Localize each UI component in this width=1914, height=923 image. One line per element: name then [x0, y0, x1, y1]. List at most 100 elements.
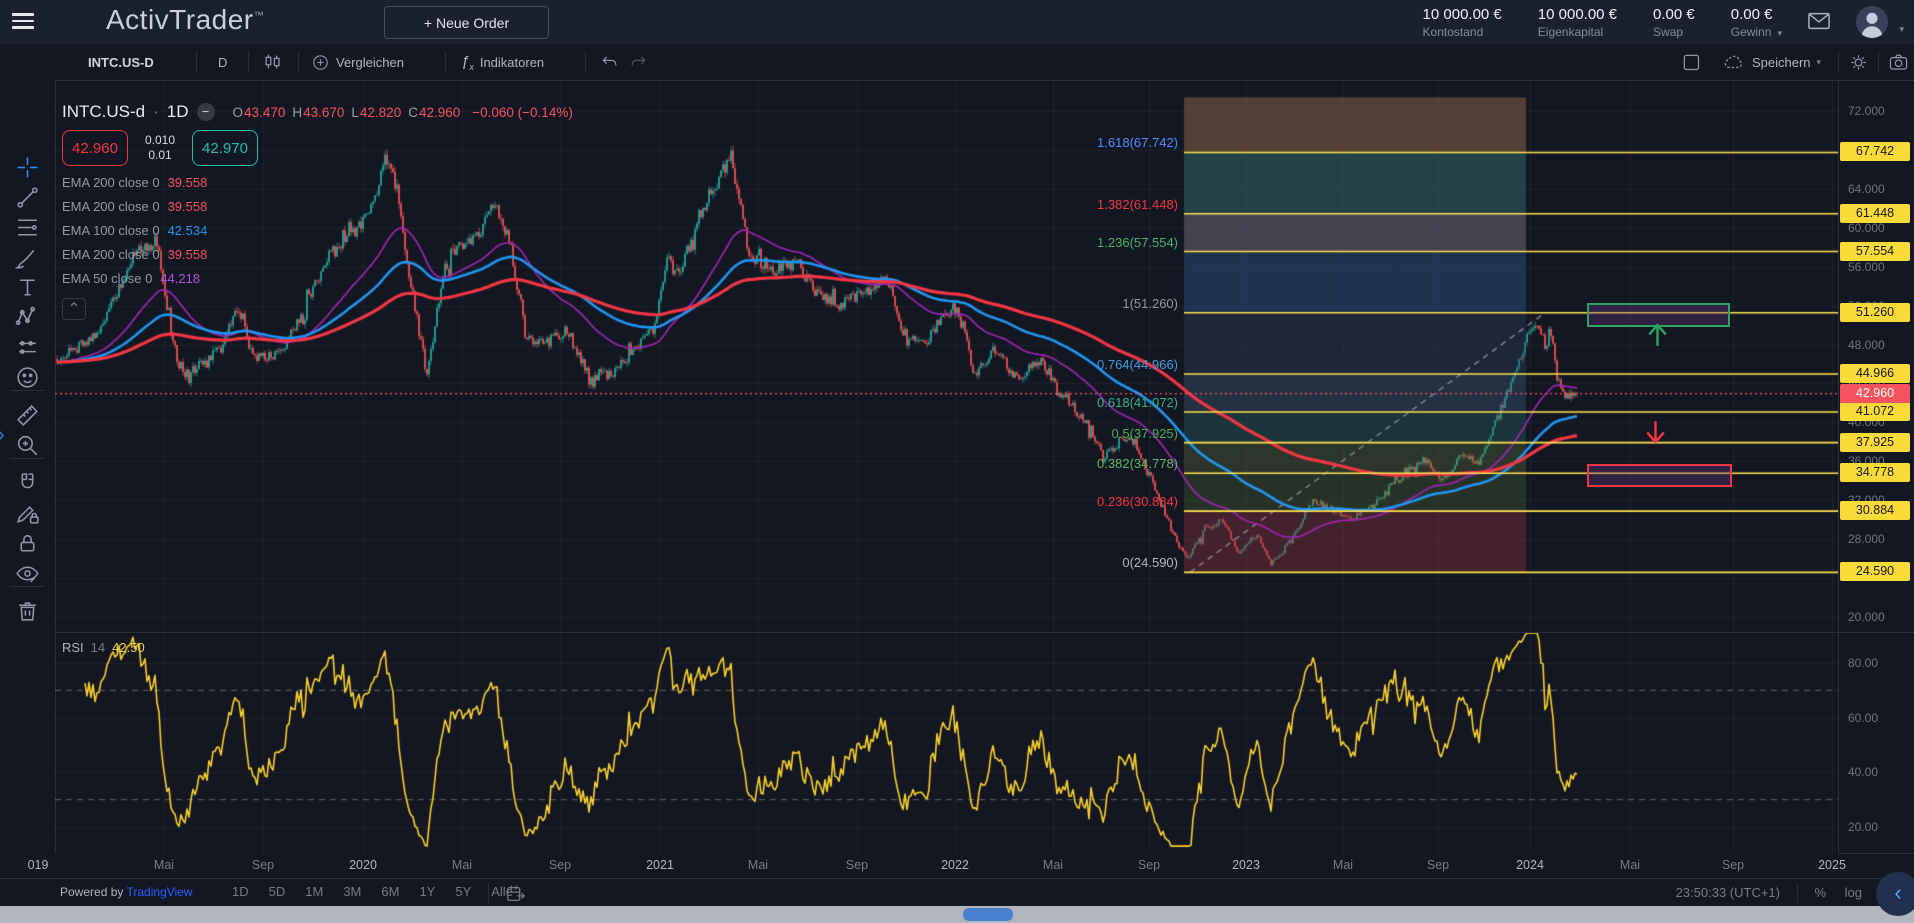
- xabcd-pattern-icon[interactable]: [14, 304, 42, 332]
- account-metric-gewinn[interactable]: 0.00 €Gewinn▾: [1731, 6, 1782, 39]
- magnet-icon[interactable]: [14, 470, 42, 498]
- time-axis[interactable]: 019MaiSep2020MaiSep2021MaiSep2022MaiSep2…: [0, 853, 1838, 878]
- spread-value: 0.010 0.01: [136, 133, 184, 163]
- legend-collapse-button[interactable]: ⌃: [62, 298, 86, 320]
- layout-button[interactable]: [1681, 44, 1701, 80]
- range-button-1y[interactable]: 1Y: [419, 884, 435, 899]
- percent-scale-button[interactable]: %: [1814, 885, 1826, 900]
- legend-symbol[interactable]: INTC.US-d: [62, 102, 145, 122]
- new-order-button[interactable]: + Neue Order: [384, 6, 549, 39]
- zoom-in-icon[interactable]: [14, 432, 42, 460]
- watchlist-expander[interactable]: ›: [0, 420, 12, 450]
- redo-button[interactable]: [628, 44, 648, 80]
- camera-icon: [1888, 52, 1909, 73]
- range-button-5y[interactable]: 5Y: [455, 884, 471, 899]
- lock-all-drawings-icon[interactable]: [14, 530, 42, 558]
- up-arrow-icon[interactable]: [1644, 322, 1671, 354]
- fib-level-label: 0(24.590): [1028, 555, 1178, 570]
- chevron-down-icon[interactable]: ▾: [1777, 28, 1782, 39]
- drawing-toolbar: [0, 80, 56, 853]
- undo-button[interactable]: [600, 44, 620, 80]
- price-tag-fib: 37.925: [1840, 433, 1910, 452]
- indicators-button[interactable]: ƒx Indikatoren: [461, 44, 544, 80]
- hide-all-drawings-icon[interactable]: [14, 560, 42, 588]
- time-axis-label: Mai: [452, 858, 472, 872]
- layout-square-icon: [1681, 52, 1701, 72]
- fib-retracement-icon[interactable]: [14, 214, 42, 242]
- price-tag-fib: 41.072: [1840, 402, 1910, 421]
- range-button-1d[interactable]: 1D: [232, 884, 249, 899]
- indicator-legend-row[interactable]: EMA 200 close 039.558: [62, 247, 573, 262]
- fib-level-label: 0.236(30.884): [1028, 494, 1178, 509]
- mail-icon[interactable]: [1806, 10, 1832, 32]
- rsi-axis-label: 80.00: [1848, 656, 1878, 670]
- range-button-3m[interactable]: 3M: [343, 884, 361, 899]
- range-button-6m[interactable]: 6M: [381, 884, 399, 899]
- short-zone-box[interactable]: [1587, 464, 1732, 487]
- horizontal-scrollbar[interactable]: [0, 906, 1914, 923]
- symbol-search-button[interactable]: INTC.US-D: [88, 44, 154, 80]
- screenshot-button[interactable]: [1888, 44, 1909, 80]
- price-axis-label: 48.000: [1848, 338, 1885, 352]
- gear-icon: [1848, 52, 1869, 73]
- price-tag-fib: 34.778: [1840, 463, 1910, 482]
- bottom-toolbar: Powered by TradingView 1D5D1M3M6M1Y5YAll…: [0, 878, 1914, 907]
- price-tag-fib: 44.966: [1840, 364, 1910, 383]
- time-axis-label: Sep: [549, 858, 571, 872]
- chart-style-button[interactable]: [262, 44, 284, 80]
- sell-bid-button[interactable]: 42.960: [62, 130, 128, 166]
- top-bar: ActivTrader™ + Neue Order 10 000.00 €Kon…: [0, 0, 1914, 45]
- panel-expander-button[interactable]: ‹: [1876, 872, 1914, 916]
- settings-button[interactable]: [1848, 44, 1869, 80]
- drawing-mode-lock-icon[interactable]: [14, 500, 42, 528]
- account-metric-kontostand: 10 000.00 €Kontostand: [1423, 6, 1502, 39]
- indicator-legend-row[interactable]: EMA 200 close 039.558: [62, 175, 573, 190]
- range-button-5d[interactable]: 5D: [269, 884, 286, 899]
- indicator-legend-row[interactable]: EMA 100 close 042.534: [62, 223, 573, 238]
- menu-icon[interactable]: [12, 13, 34, 30]
- ruler-icon[interactable]: [14, 402, 42, 430]
- long-short-position-icon[interactable]: [14, 334, 42, 362]
- save-button[interactable]: Speichern ▾: [1722, 44, 1821, 80]
- indicator-legend-row[interactable]: EMA 50 close 044.218: [62, 271, 573, 286]
- current-price-tag: 42.960: [1840, 384, 1910, 403]
- compare-button[interactable]: Vergleichen: [311, 44, 404, 80]
- log-scale-button[interactable]: log: [1845, 885, 1862, 900]
- time-axis-label: Sep: [1427, 858, 1449, 872]
- brush-icon[interactable]: [14, 244, 42, 272]
- fib-level-label: 1.382(61.448): [1028, 197, 1178, 212]
- remove-all-drawings-icon[interactable]: [14, 598, 42, 626]
- scrollbar-thumb[interactable]: [963, 908, 1013, 921]
- trend-line-icon[interactable]: [14, 184, 42, 212]
- range-buttons: 1D5D1M3M6M1Y5YAlle: [232, 884, 513, 899]
- down-arrow-icon[interactable]: [1642, 418, 1669, 450]
- price-axis-label: 60.000: [1848, 221, 1885, 235]
- indicator-legend-row[interactable]: EMA 200 close 039.558: [62, 199, 573, 214]
- range-button-1m[interactable]: 1M: [305, 884, 323, 899]
- emoji-icon[interactable]: [14, 364, 42, 392]
- app-logo: ActivTrader™: [106, 4, 264, 36]
- fib-level-label: 1(51.260): [1028, 296, 1178, 311]
- chevron-down-icon[interactable]: ▾: [1899, 24, 1904, 35]
- tradingview-link[interactable]: TradingView: [127, 885, 193, 899]
- clock[interactable]: 23:50:33 (UTC+1): [1676, 885, 1780, 900]
- rsi-chart-canvas[interactable]: [55, 632, 1838, 853]
- price-tag-fib: 57.554: [1840, 242, 1910, 261]
- price-axis-border: [1838, 80, 1839, 853]
- pane-separator[interactable]: [55, 632, 1914, 633]
- buy-ask-button[interactable]: 42.970: [192, 130, 258, 166]
- legend-interval[interactable]: 1D: [167, 102, 189, 122]
- cloud-icon: [1722, 52, 1746, 72]
- text-icon[interactable]: [14, 274, 42, 302]
- price-axis-label: 28.000: [1848, 532, 1885, 546]
- price-tag-fib: 30.884: [1840, 501, 1910, 520]
- rsi-legend[interactable]: RSI 14 42.50: [62, 640, 145, 655]
- chevron-down-icon: ▾: [1817, 57, 1822, 68]
- time-axis-label: Sep: [252, 858, 274, 872]
- avatar[interactable]: [1856, 6, 1888, 38]
- collapse-symbol-button[interactable]: −: [197, 103, 215, 121]
- interval-button[interactable]: D: [218, 44, 227, 80]
- fib-level-label: 0.5(37.925): [1028, 426, 1178, 441]
- crosshair-icon[interactable]: [14, 154, 42, 182]
- go-to-date-button[interactable]: [505, 883, 527, 905]
